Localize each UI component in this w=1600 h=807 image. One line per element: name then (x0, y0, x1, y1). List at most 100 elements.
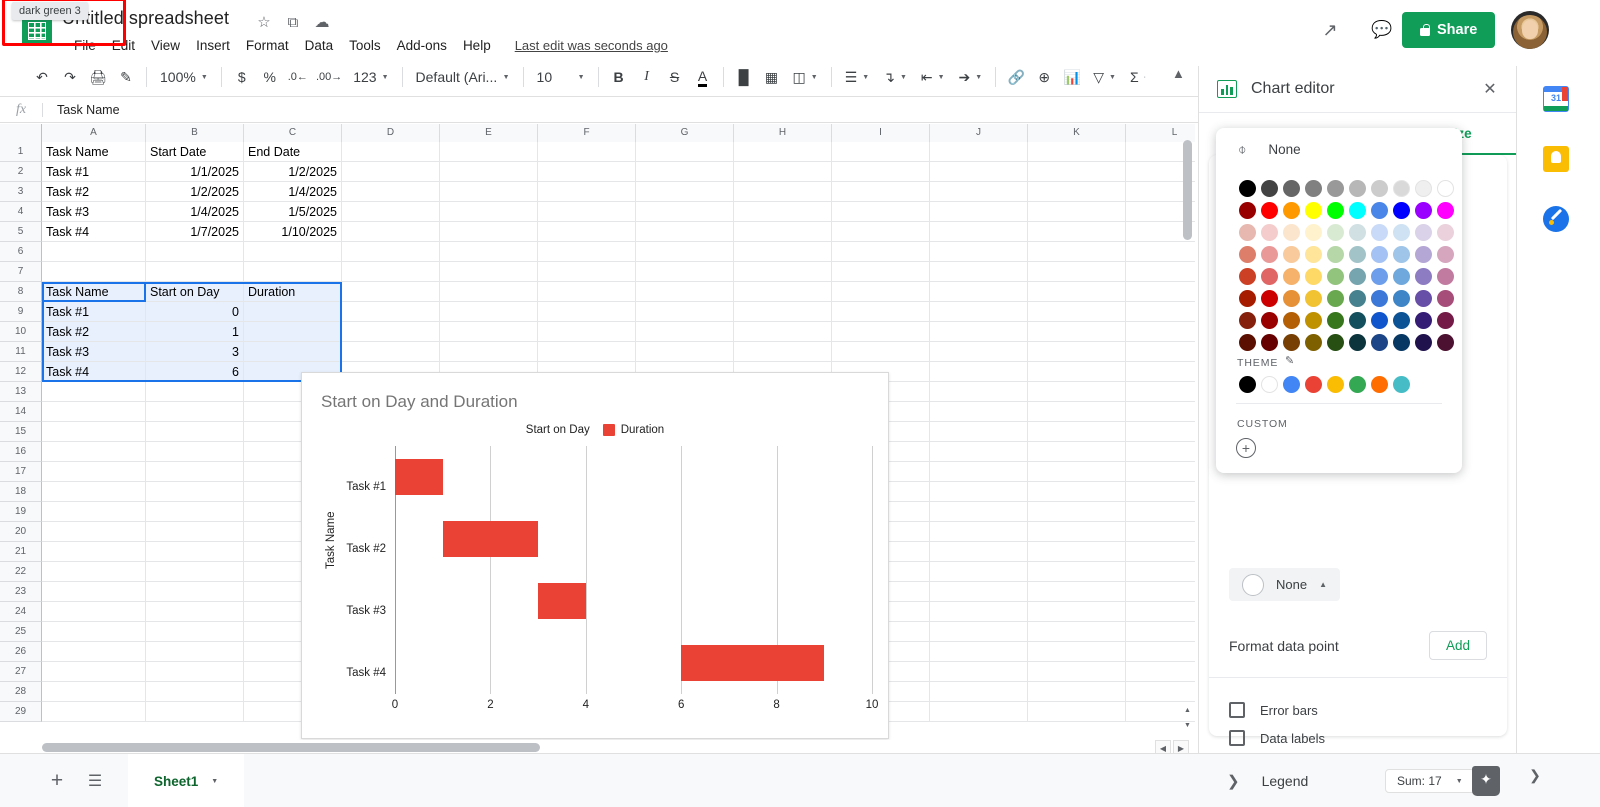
cell-J8[interactable] (930, 282, 1028, 302)
cell-K14[interactable] (1028, 402, 1126, 422)
cell-H1[interactable] (734, 142, 832, 162)
cell-K22[interactable] (1028, 562, 1126, 582)
cell-D1[interactable] (342, 142, 440, 162)
table-row[interactable]: Task #31/4/20251/5/2025 (42, 202, 1195, 222)
color-swatch[interactable] (1236, 221, 1258, 243)
cell-J15[interactable] (930, 422, 1028, 442)
row-header-3[interactable]: 3 (0, 182, 42, 202)
cell-A15[interactable] (42, 422, 146, 442)
cell-K15[interactable] (1028, 422, 1126, 442)
formula-input[interactable]: Task Name (57, 103, 120, 117)
cell-I2[interactable] (832, 162, 930, 182)
color-swatch[interactable] (1434, 265, 1456, 287)
cell-B24[interactable] (146, 602, 244, 622)
cell-H8[interactable] (734, 282, 832, 302)
color-swatch[interactable] (1390, 265, 1412, 287)
column-header-G[interactable]: G (636, 124, 734, 142)
cell-I5[interactable] (832, 222, 930, 242)
legend-item-start-on-day[interactable]: Start on Day (526, 424, 590, 436)
cell-B13[interactable] (146, 382, 244, 402)
color-swatch[interactable] (1434, 287, 1456, 309)
cell-A25[interactable] (42, 622, 146, 642)
cell-B10[interactable]: 1 (146, 322, 244, 342)
cell-B26[interactable] (146, 642, 244, 662)
cell-J10[interactable] (930, 322, 1028, 342)
row-header-14[interactable]: 14 (0, 402, 42, 422)
column-header-F[interactable]: F (538, 124, 636, 142)
borders-button[interactable]: ▦ (758, 63, 786, 91)
cell-C7[interactable] (244, 262, 342, 282)
row-header-26[interactable]: 26 (0, 642, 42, 662)
color-swatch[interactable] (1412, 221, 1434, 243)
cell-A17[interactable] (42, 462, 146, 482)
cell-F6[interactable] (538, 242, 636, 262)
color-swatch[interactable] (1346, 177, 1368, 199)
cell-A20[interactable] (42, 522, 146, 542)
color-swatch[interactable] (1368, 331, 1390, 353)
strikethrough-button[interactable]: S (661, 63, 689, 91)
cell-B5[interactable]: 1/7/2025 (146, 222, 244, 242)
cell-G5[interactable] (636, 222, 734, 242)
comment-icon[interactable]: 💬 (1368, 16, 1396, 44)
cell-A9[interactable]: Task #1 (42, 302, 146, 322)
color-swatch[interactable] (1324, 331, 1346, 353)
cell-F8[interactable] (538, 282, 636, 302)
percent-format-button[interactable]: % (256, 63, 284, 91)
row-header-12[interactable]: 12 (0, 362, 42, 382)
fill-color-button[interactable]: █ (730, 63, 758, 91)
theme-color-swatch[interactable] (1390, 373, 1412, 395)
checkbox-error-bars[interactable] (1229, 702, 1245, 718)
color-swatch[interactable] (1412, 309, 1434, 331)
cell-J1[interactable] (930, 142, 1028, 162)
color-swatch[interactable] (1390, 287, 1412, 309)
legend-section-header[interactable]: ❯ Legend (1209, 755, 1507, 807)
cell-I4[interactable] (832, 202, 930, 222)
chevron-up-icon[interactable]: ▲ (1319, 580, 1327, 589)
color-swatch[interactable] (1434, 199, 1456, 221)
cell-B28[interactable] (146, 682, 244, 702)
row-header-6[interactable]: 6 (0, 242, 42, 262)
cell-F11[interactable] (538, 342, 636, 362)
vertical-align-button[interactable]: ↴▼ (876, 63, 914, 91)
cell-A10[interactable]: Task #2 (42, 322, 146, 342)
color-swatch[interactable] (1258, 199, 1280, 221)
table-row[interactable]: Task #41/7/20251/10/2025 (42, 222, 1195, 242)
color-swatch[interactable] (1324, 287, 1346, 309)
menu-data[interactable]: Data (297, 34, 342, 57)
functions-button[interactable]: Σ· (1123, 63, 1153, 91)
menu-help[interactable]: Help (455, 34, 499, 57)
row-header-21[interactable]: 21 (0, 542, 42, 562)
cell-J4[interactable] (930, 202, 1028, 222)
color-swatch[interactable] (1236, 265, 1258, 287)
cell-D8[interactable] (342, 282, 440, 302)
chevron-down-icon[interactable]: ▼ (211, 778, 218, 785)
column-header-D[interactable]: D (342, 124, 440, 142)
color-swatch[interactable] (1346, 243, 1368, 265)
theme-color-swatch[interactable] (1302, 373, 1324, 395)
cell-D11[interactable] (342, 342, 440, 362)
cell-C4[interactable]: 1/5/2025 (244, 202, 342, 222)
chevron-right-icon[interactable]: ❯ (1227, 772, 1240, 790)
cell-A8[interactable]: Task Name (42, 282, 146, 302)
cell-J26[interactable] (930, 642, 1028, 662)
cell-J6[interactable] (930, 242, 1028, 262)
color-swatch[interactable] (1368, 309, 1390, 331)
cell-E2[interactable] (440, 162, 538, 182)
cell-B4[interactable]: 1/4/2025 (146, 202, 244, 222)
color-swatch[interactable] (1390, 243, 1412, 265)
color-swatch[interactable] (1302, 221, 1324, 243)
cell-K17[interactable] (1028, 462, 1126, 482)
chart-bar[interactable] (395, 459, 443, 495)
last-edit-status[interactable]: Last edit was seconds ago (515, 38, 668, 53)
cell-B23[interactable] (146, 582, 244, 602)
color-swatch[interactable] (1324, 243, 1346, 265)
table-row[interactable]: Task NameStart on DayDuration (42, 282, 1195, 302)
cell-D6[interactable] (342, 242, 440, 262)
cell-C11[interactable] (244, 342, 342, 362)
cell-K28[interactable] (1028, 682, 1126, 702)
row-header-4[interactable]: 4 (0, 202, 42, 222)
cell-J23[interactable] (930, 582, 1028, 602)
table-row[interactable] (42, 262, 1195, 282)
color-swatch[interactable] (1368, 221, 1390, 243)
color-swatch[interactable] (1434, 331, 1456, 353)
